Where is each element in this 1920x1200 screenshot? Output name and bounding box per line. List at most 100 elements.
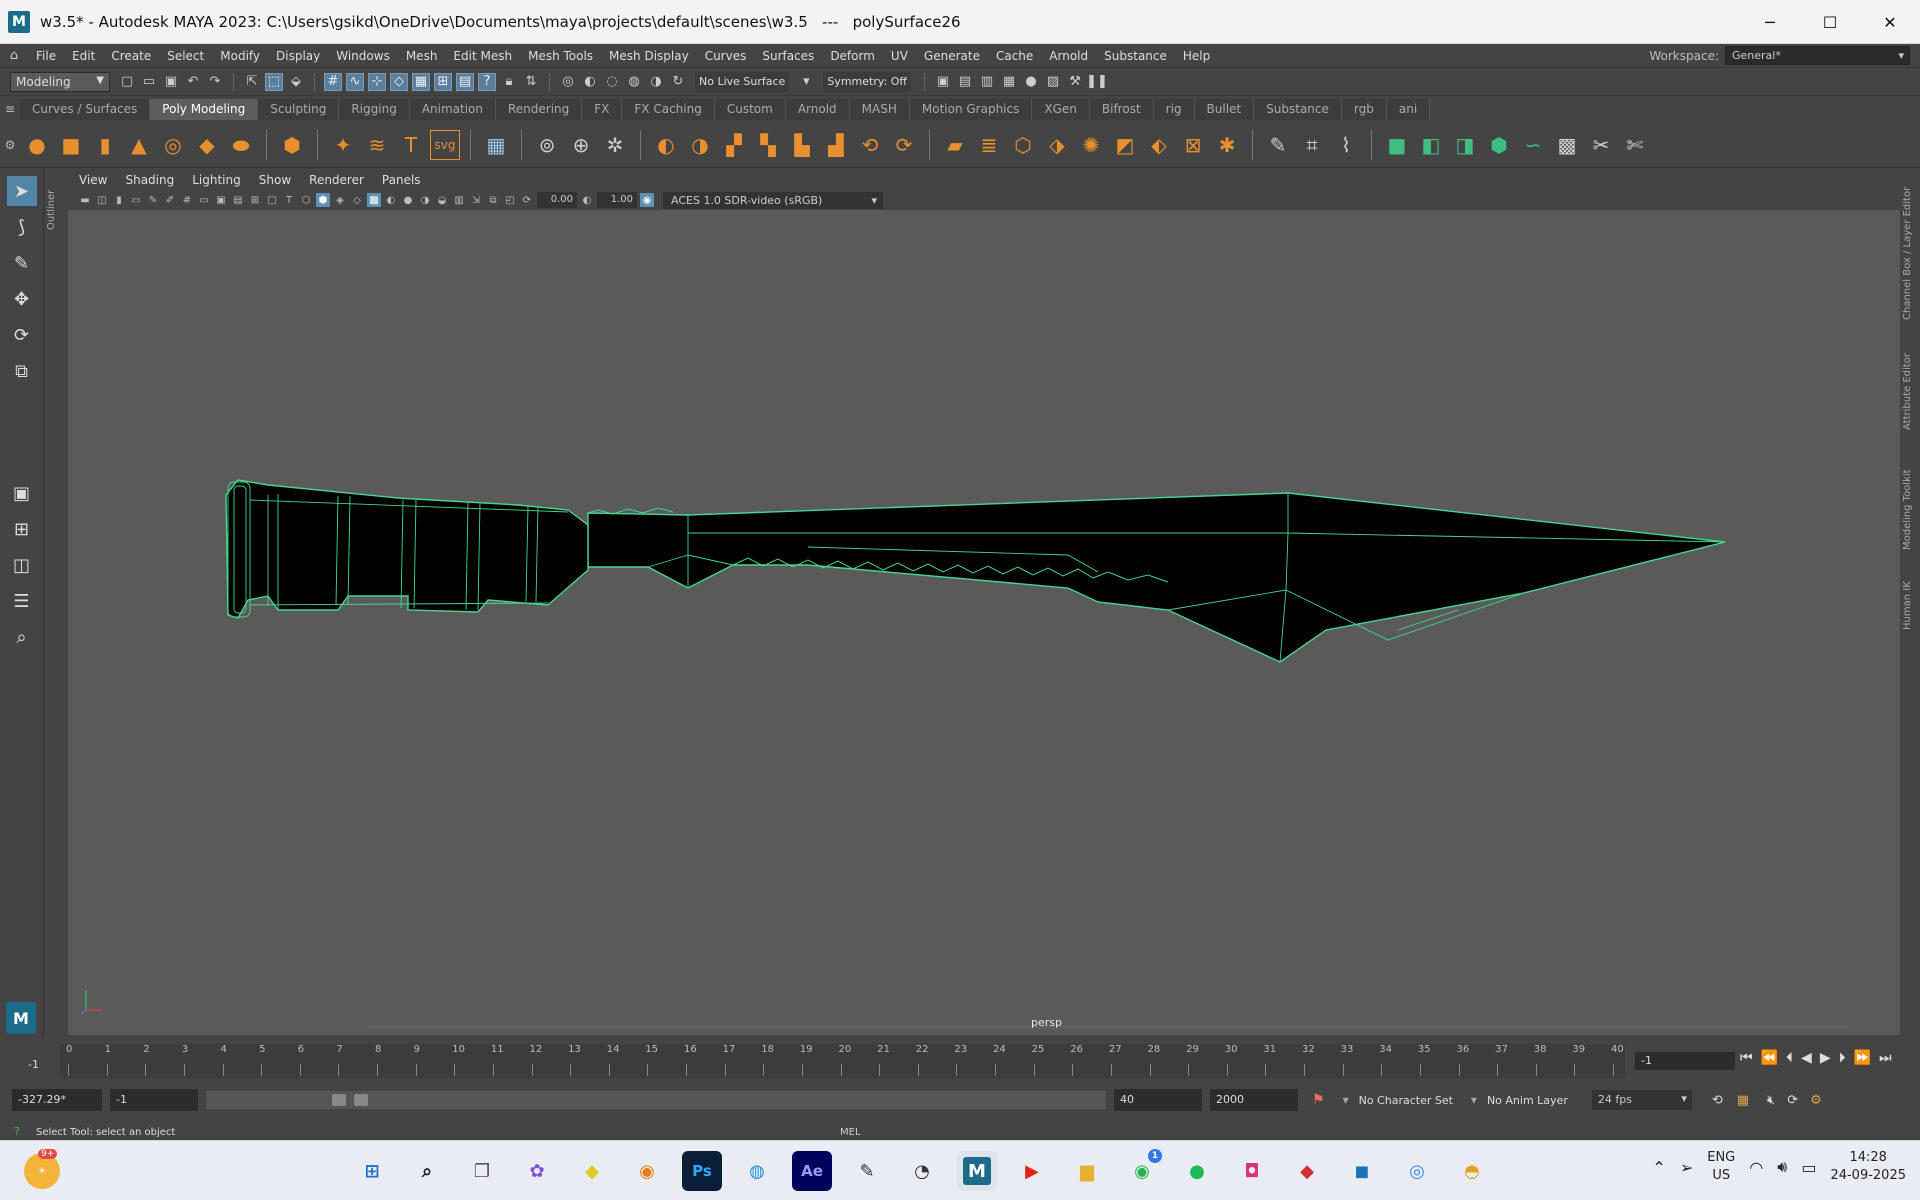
menu-select[interactable]: Select	[159, 49, 212, 63]
combine-icon[interactable]: ◐	[651, 130, 681, 160]
step-forward-key-icon[interactable]: ⏩	[1854, 1050, 1871, 1066]
workspace-dropdown[interactable]: General* ▾	[1725, 46, 1910, 65]
reduce-icon[interactable]: ⟲	[855, 130, 885, 160]
tab-attribute-editor[interactable]: Attribute Editor	[1902, 340, 1918, 430]
menu-mesh[interactable]: Mesh	[398, 49, 446, 63]
tab-arnold[interactable]: Arnold	[785, 98, 850, 120]
language-indicator[interactable]: ENG US	[1707, 1149, 1735, 1185]
edge-icon[interactable]: ◍	[737, 1151, 777, 1191]
freeze-transform-icon[interactable]: ✲	[600, 130, 630, 160]
render-settings-icon[interactable]: ▦	[1000, 73, 1018, 91]
snap-curve-icon[interactable]: ∿	[346, 72, 364, 91]
start-menu-icon[interactable]: ⊞	[352, 1151, 392, 1191]
close-button[interactable]: ✕	[1860, 0, 1920, 44]
menu-curves[interactable]: Curves	[697, 49, 755, 63]
soft-select-icon[interactable]: ◎	[559, 73, 577, 91]
2d-pan-zoom-icon[interactable]: ✎	[146, 193, 160, 207]
location-icon[interactable]: ➢	[1680, 1158, 1693, 1177]
symmetry-field[interactable]: Symmetry: Off	[823, 71, 912, 92]
cut-uv-icon[interactable]: ✂	[1586, 130, 1616, 160]
tab-mash[interactable]: MASH	[849, 98, 910, 120]
fill-hole-icon[interactable]: ▟	[821, 130, 851, 160]
xray-icon[interactable]: ▩	[367, 193, 381, 207]
history-icon[interactable]: ?	[478, 72, 496, 91]
snap-view-plane-icon[interactable]: ◇	[390, 72, 408, 91]
snap-point-icon[interactable]: ⊹	[368, 72, 386, 91]
film-gate-icon[interactable]: ▭	[197, 193, 211, 207]
shadows-icon[interactable]: ◑	[418, 193, 432, 207]
select-tool-icon[interactable]: ➤	[6, 176, 37, 206]
tab-poly-modeling[interactable]: Poly Modeling	[150, 98, 259, 120]
camera-icon[interactable]: ▬	[78, 193, 92, 207]
redo-icon[interactable]: ↷	[206, 73, 224, 91]
panel-menu-view[interactable]: View	[70, 173, 116, 187]
tab-rig[interactable]: rig	[1153, 98, 1195, 120]
sweep-mesh-icon[interactable]: ≋	[362, 130, 392, 160]
tab-sculpting[interactable]: Sculpting	[258, 98, 340, 120]
paint-select-tool-icon[interactable]: ✎	[7, 248, 37, 278]
poly-cube-icon[interactable]: ■	[56, 130, 86, 160]
task-view-icon[interactable]: ❐	[462, 1151, 502, 1191]
menu-substance[interactable]: Substance	[1096, 49, 1175, 63]
ipr-render-icon[interactable]: ▥	[978, 73, 996, 91]
menu-cache[interactable]: Cache	[988, 49, 1041, 63]
poly-torus-icon[interactable]: ◎	[158, 130, 188, 160]
four-view-layout-icon[interactable]: ⊞	[7, 514, 37, 544]
menu-set-dropdown[interactable]: Modeling ▼	[10, 71, 110, 92]
gate-mask-icon[interactable]: ▤	[231, 193, 245, 207]
fps-dropdown[interactable]: 24 fps ▾	[1591, 1090, 1692, 1110]
clock[interactable]: 14:28 24-09-2025	[1830, 1149, 1906, 1185]
chevron-up-icon[interactable]: ⌃	[1652, 1158, 1665, 1177]
gear-icon[interactable]: ⚙	[0, 138, 20, 152]
menu-modify[interactable]: Modify	[212, 49, 268, 63]
center-pivot-icon[interactable]: ⊕	[566, 130, 596, 160]
pause-viewport-icon[interactable]: ❚❚	[1086, 73, 1108, 91]
smooth-icon[interactable]: ▞	[719, 130, 749, 160]
volume-icon[interactable]: 🔊︎	[1777, 1157, 1787, 1177]
menu-display[interactable]: Display	[268, 49, 328, 63]
uv-automatic-icon[interactable]: ⬢	[1484, 130, 1514, 160]
chevron-down-icon[interactable]: ▾	[797, 73, 815, 91]
append-icon[interactable]: ⬗	[1042, 130, 1072, 160]
select-hierarchy-icon[interactable]: ⇱	[243, 73, 261, 91]
merge-icon[interactable]: ✱	[1212, 130, 1242, 160]
loop-icon[interactable]: ⟲	[1712, 1093, 1723, 1108]
rotate-tool-icon[interactable]: ⟳	[7, 320, 37, 350]
snap-surface-icon[interactable]: ▦	[412, 72, 430, 91]
mirror-icon[interactable]: ▚	[753, 130, 783, 160]
uv-cylindrical-icon[interactable]: ◧	[1416, 130, 1446, 160]
tab-substance[interactable]: Substance	[1254, 98, 1342, 120]
isolate-select-icon[interactable]: ⇲	[469, 193, 483, 207]
panel-menu-lighting[interactable]: Lighting	[183, 173, 250, 187]
new-scene-icon[interactable]: ▢	[118, 73, 136, 91]
resolution-gate-icon[interactable]: ▣	[214, 193, 228, 207]
menu-uv[interactable]: UV	[883, 49, 916, 63]
tweak-icon[interactable]: ◑	[647, 73, 665, 91]
bank-app-icon[interactable]: ◼	[1342, 1151, 1382, 1191]
tab-rigging[interactable]: Rigging	[339, 98, 410, 120]
sticky-app-icon[interactable]: ◆	[572, 1151, 612, 1191]
gamma-field[interactable]: 1.00	[597, 192, 637, 208]
tab-bifrost[interactable]: Bifrost	[1089, 98, 1154, 120]
tray-app-icon[interactable]: ◓	[1452, 1151, 1492, 1191]
tab-animation[interactable]: Animation	[409, 98, 496, 120]
svg-icon[interactable]: svg	[430, 129, 460, 160]
step-back-key-icon[interactable]: ⏪	[1761, 1050, 1778, 1066]
uv-unfold-icon[interactable]: ∽	[1518, 130, 1548, 160]
tab-human-ik[interactable]: Human IK	[1902, 570, 1918, 630]
poly-cone-icon[interactable]: ▲	[124, 130, 154, 160]
file-explorer-icon[interactable]: ▆	[1067, 1151, 1107, 1191]
save-scene-icon[interactable]: ▣	[162, 73, 180, 91]
default-material-icon[interactable]: ◈	[333, 193, 347, 207]
undo-icon[interactable]: ↶	[184, 73, 202, 91]
animation-preferences-icon[interactable]: ⚙	[1810, 1093, 1822, 1108]
audio-mute-icon[interactable]: 🔇︎	[1767, 1093, 1775, 1108]
uv-planar-icon[interactable]: ■	[1382, 130, 1412, 160]
blender-icon[interactable]: ◉	[627, 1151, 667, 1191]
single-perspective-layout-icon[interactable]: ▣	[7, 478, 37, 508]
type-icon[interactable]: T	[396, 130, 426, 160]
poly-disc-icon[interactable]: ⬬	[226, 130, 256, 160]
after-effects-icon[interactable]: Ae	[792, 1151, 832, 1191]
playback-end-field[interactable]: 40	[1114, 1089, 1202, 1111]
chrome-icon[interactable]: ◎	[1397, 1151, 1437, 1191]
